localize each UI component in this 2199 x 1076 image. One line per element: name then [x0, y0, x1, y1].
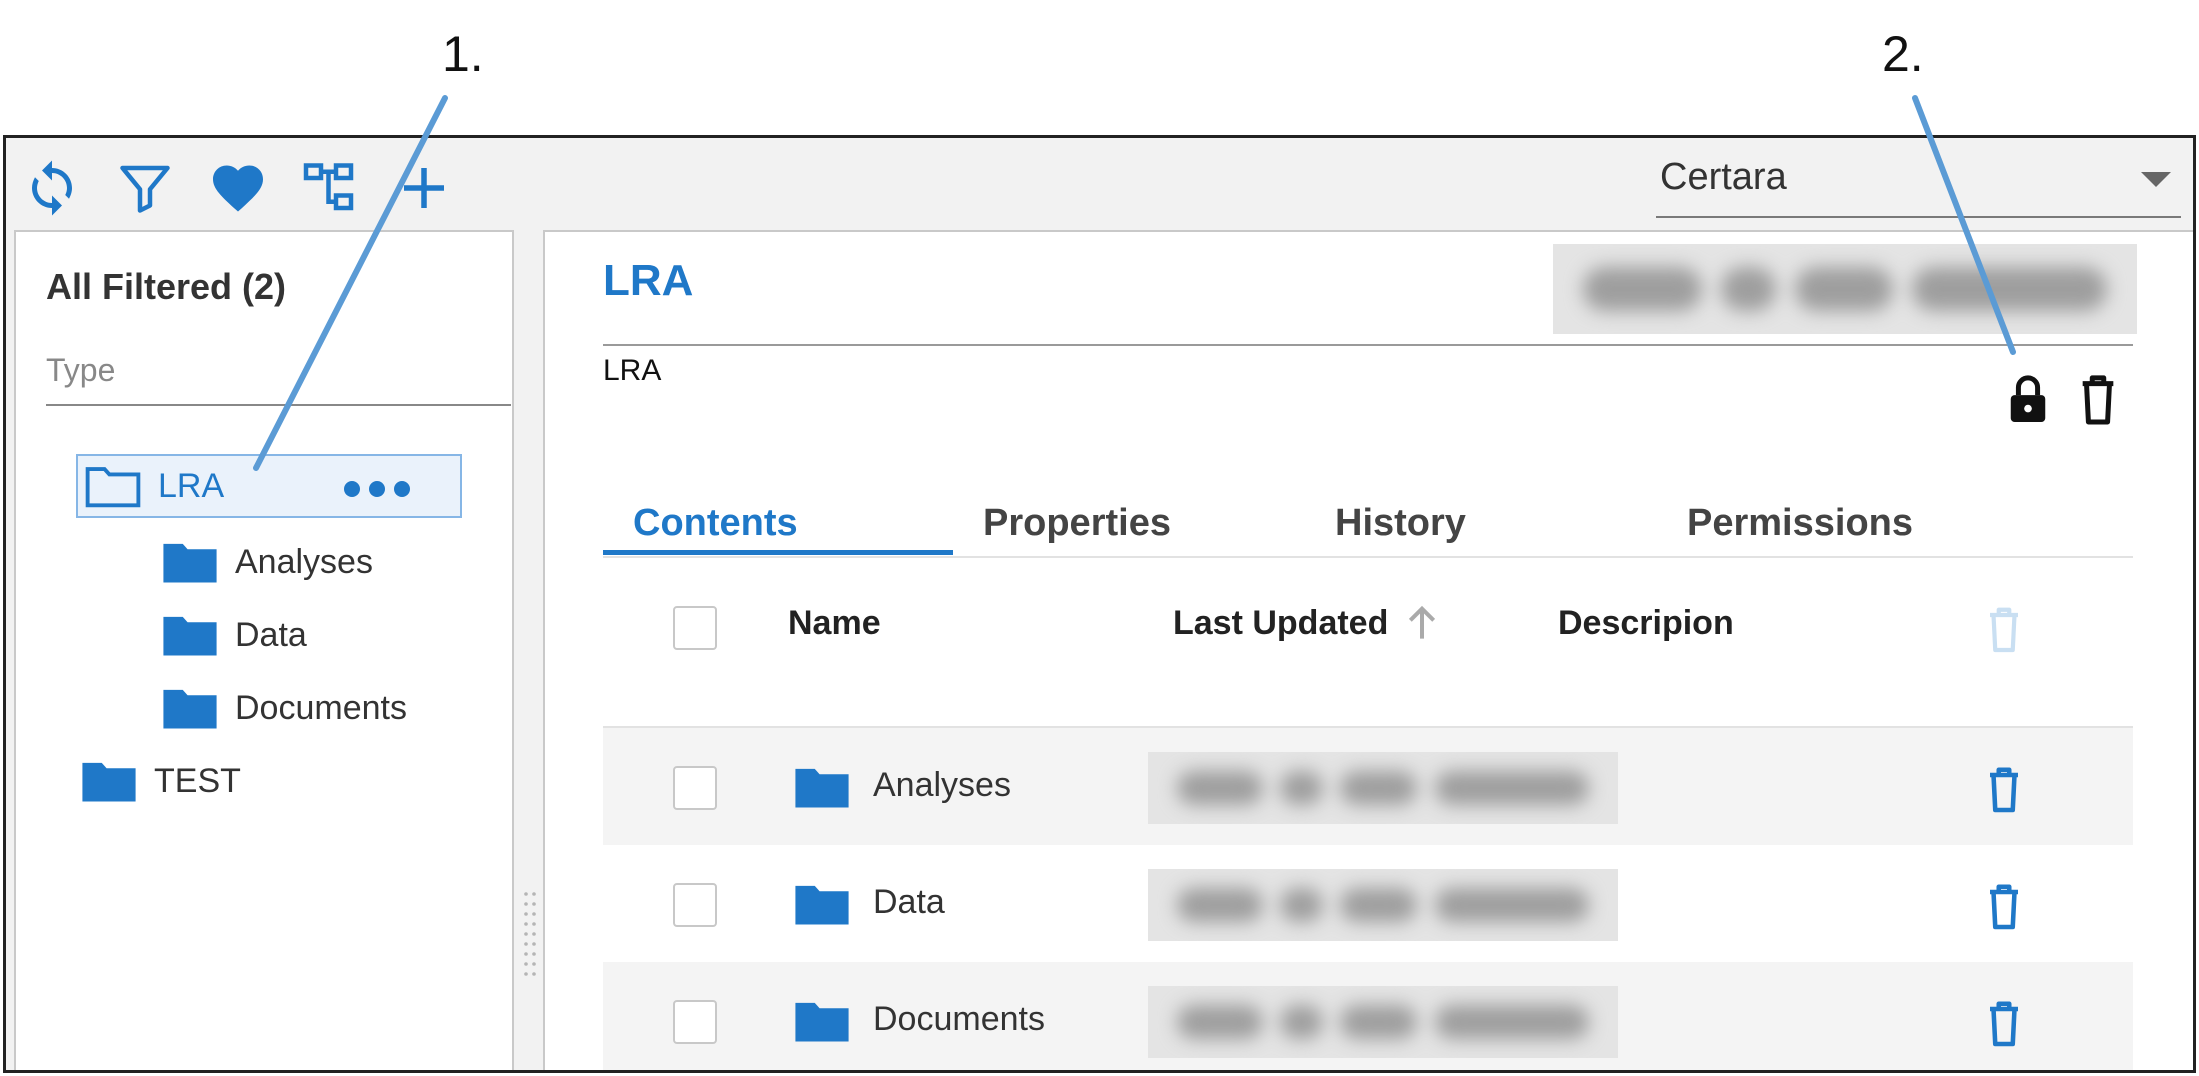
annotation-line-2: [1912, 95, 2016, 355]
annotation-line-1: [253, 95, 448, 471]
annotation-callouts: [253, 95, 2016, 471]
